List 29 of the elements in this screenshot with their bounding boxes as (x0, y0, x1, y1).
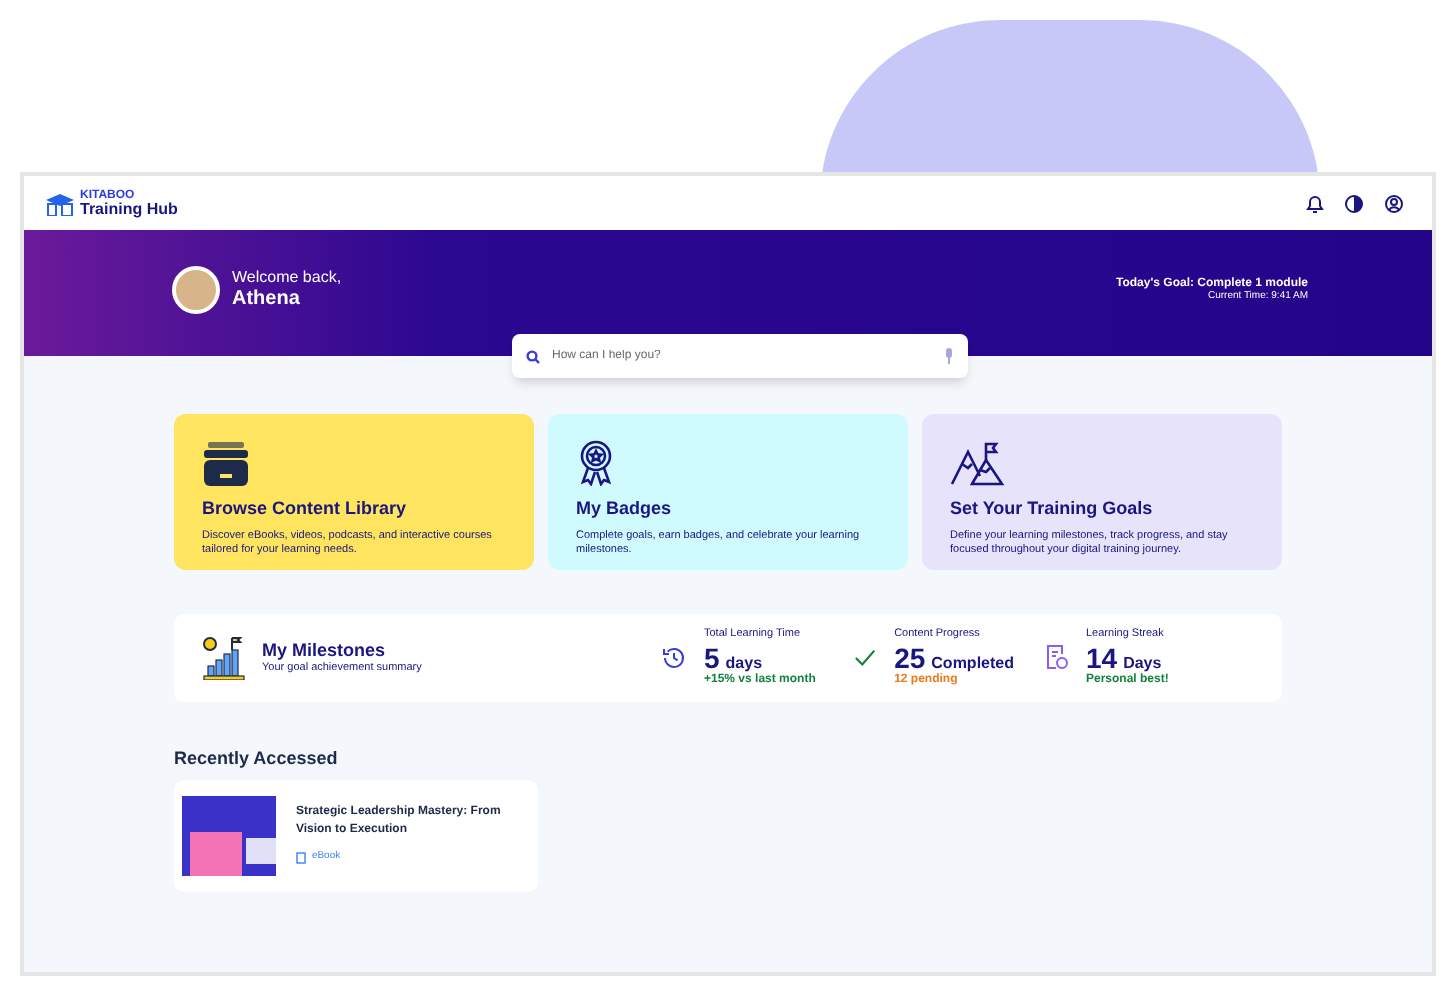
card-title: Set Your Training Goals (950, 496, 1155, 522)
logo-subtitle: Training Hub (80, 201, 178, 217)
card-title: My Badges (576, 496, 674, 522)
document-clock-icon (1046, 644, 1068, 671)
stat-value: 25 (894, 641, 926, 674)
bell-icon[interactable] (1306, 193, 1324, 213)
contrast-icon[interactable] (1344, 193, 1364, 213)
stat-value: 14 (1086, 641, 1118, 674)
stat-unit: Completed (931, 653, 1014, 672)
stat-unit: Days (1123, 653, 1162, 672)
cover-thumbnail (182, 795, 276, 875)
search-icon (526, 349, 540, 363)
stat-unit: days (725, 653, 763, 672)
user-circle-icon[interactable] (1384, 193, 1404, 213)
card-title: Browse Content Library (202, 496, 409, 522)
milestones-title: My Milestones (262, 640, 388, 662)
stat-value: 5 (704, 641, 720, 674)
archive-box-icon (202, 442, 250, 486)
mountain-flag-icon (950, 442, 1006, 486)
user-name: Athena (232, 287, 302, 310)
award-ribbon-icon (576, 438, 616, 486)
document-icon (295, 851, 306, 864)
greeting-text: Welcome back, (232, 270, 342, 288)
logo-icon (44, 191, 76, 215)
clock-history-icon (662, 645, 686, 670)
chart-trophy-icon (202, 636, 246, 680)
section-title: Recently Accessed (174, 746, 340, 772)
avatar (172, 266, 220, 314)
check-icon (854, 647, 877, 668)
